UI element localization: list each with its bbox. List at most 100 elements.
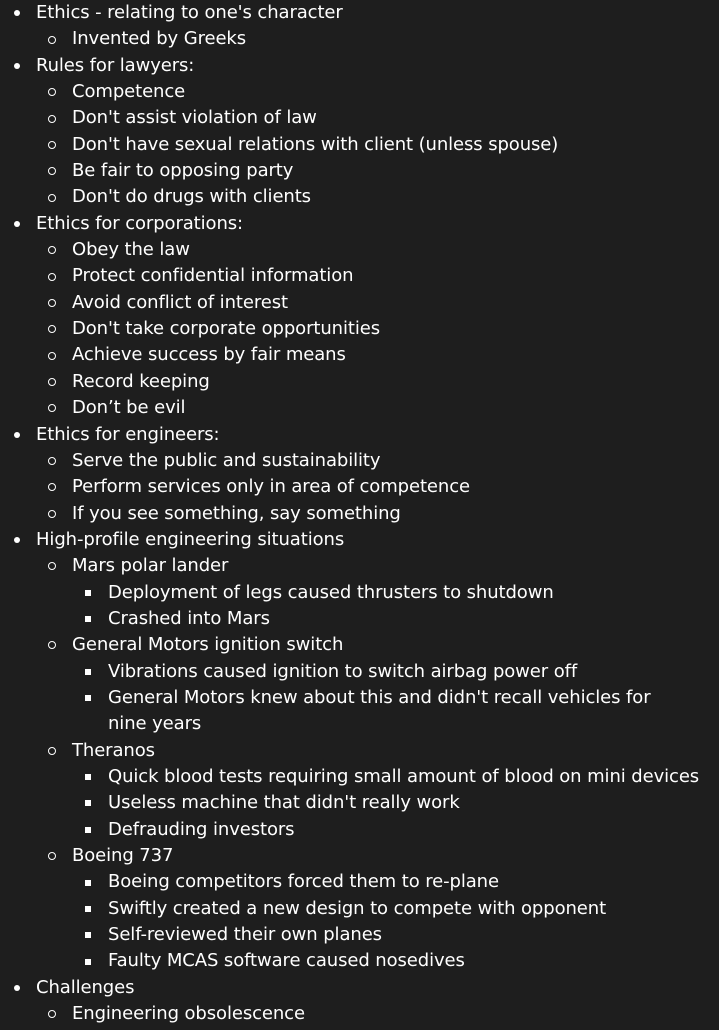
outline-item-text: Theranos — [72, 739, 155, 761]
outline-item-text: Ethics - relating to one's character — [36, 2, 343, 23]
bullet-square-icon — [81, 685, 95, 711]
outline-item-text: Perform services only in area of compete… — [72, 476, 470, 498]
bullet-circle-icon — [45, 553, 59, 579]
bullet-dot-icon — [10, 53, 24, 79]
outline-item-level-1: High-profile engineering situations — [0, 527, 719, 553]
outline-item-text: Deployment of legs caused thrusters to s… — [108, 581, 554, 603]
outline-item-text: If you see something, say something — [72, 502, 401, 524]
outline-item-level-2: Don't have sexual relations with client … — [0, 132, 719, 158]
outline-item-level-3: Self-reviewed their own planes — [0, 922, 719, 948]
bullet-dot-icon — [10, 422, 24, 448]
bullet-square-icon — [81, 606, 95, 632]
outline-item-text: Defrauding investors — [108, 818, 295, 840]
outline-item-text: Engineering obsolescence — [72, 1003, 305, 1025]
bullet-dot-icon — [10, 0, 24, 26]
outline-item-level-3: Vibrations caused ignition to switch air… — [0, 659, 719, 685]
outline-item-text: Don't assist violation of law — [72, 107, 317, 129]
outline-item-text: Avoid conflict of interest — [72, 291, 288, 313]
outline-item-level-2: Don't do drugs with clients — [0, 184, 719, 210]
outline-item-level-2: If you see something, say something — [0, 501, 719, 527]
outline-item-level-3: Boeing competitors forced them to re-pla… — [0, 869, 719, 895]
bullet-circle-icon — [45, 158, 59, 184]
outline-item-level-2: Serve the public and sustainability — [0, 448, 719, 474]
bullet-circle-icon — [45, 290, 59, 316]
bullet-circle-icon — [45, 132, 59, 158]
bullet-square-icon — [81, 817, 95, 843]
outline-item-level-2: Perform services only in area of compete… — [0, 474, 719, 500]
outline-item-text: Boeing 737 — [72, 845, 174, 866]
outline-item-level-3: Faulty MCAS software caused nosedives — [0, 948, 719, 974]
outline-item-level-2: Achieve success by fair means — [0, 342, 719, 368]
outline-item-text: Don't have sexual relations with client … — [72, 133, 559, 155]
bullet-dot-icon — [10, 527, 24, 553]
outline-item-text: General Motors knew about this and didn'… — [108, 686, 651, 735]
outline-item-level-3: Useless machine that didn't really work — [0, 790, 719, 816]
outline-item-text: Faulty MCAS software caused nosedives — [108, 950, 465, 972]
bullet-circle-icon — [45, 448, 59, 474]
outline-item-text: General Motors ignition switch — [72, 634, 344, 656]
bullet-square-icon — [81, 580, 95, 606]
outline-item-level-2: Obey the law — [0, 237, 719, 263]
outline-item-text: High-profile engineering situations — [36, 528, 345, 550]
outline-item-text: Obey the law — [72, 239, 190, 261]
bullet-square-icon — [81, 764, 95, 790]
outline-item-text: Swiftly created a new design to compete … — [108, 897, 607, 919]
outline-item-level-3: Quick blood tests requiring small amount… — [0, 764, 719, 790]
bullet-circle-icon — [45, 1001, 59, 1027]
outline-item-level-1: Ethics for corporations: — [0, 211, 719, 237]
outline-item-level-2: General Motors ignition switch — [0, 632, 719, 658]
bullet-circle-icon — [45, 474, 59, 500]
outline-item-level-1: Ethics - relating to one's character — [0, 0, 719, 26]
bullet-circle-icon — [45, 26, 59, 52]
outline-item-level-3: Crashed into Mars — [0, 606, 719, 632]
bullet-dot-icon — [10, 975, 24, 1001]
outline-item-level-2: Avoid conflict of interest — [0, 290, 719, 316]
outline-item-level-3: Swiftly created a new design to compete … — [0, 896, 719, 922]
outline-item-level-1: Ethics for engineers: — [0, 422, 719, 448]
bullet-circle-icon — [45, 738, 59, 764]
outline-item-text: Invented by Greeks — [72, 28, 247, 50]
outline-item-text: Self-reviewed their own planes — [108, 924, 382, 946]
bullet-dot-icon — [10, 211, 24, 237]
bullet-circle-icon — [45, 237, 59, 263]
bullet-circle-icon — [45, 369, 59, 395]
outline-item-level-2: Boeing 737 — [0, 843, 719, 869]
outline-item-level-2: Record keeping — [0, 369, 719, 395]
outline-item-text: Don’t be evil — [72, 397, 186, 419]
bullet-square-icon — [81, 948, 95, 974]
outline-item-text: Serve the public and sustainability — [72, 449, 381, 471]
outline-item-text: Ethics for corporations: — [36, 212, 244, 234]
outline-item-text: Crashed into Mars — [108, 607, 270, 629]
outline-item-text: Be fair to opposing party — [72, 160, 294, 182]
outline-item-text: Don't take corporate opportunities — [72, 318, 380, 340]
outline-item-level-3: Deployment of legs caused thrusters to s… — [0, 580, 719, 606]
outline-item-level-2: Be fair to opposing party — [0, 158, 719, 184]
outline-item-text: Mars polar lander — [72, 555, 229, 577]
outline-item-level-2: Don't take corporate opportunities — [0, 316, 719, 342]
outline-item-text: Competence — [72, 81, 186, 103]
outline-item-level-2: Competence — [0, 79, 719, 105]
bullet-circle-icon — [45, 79, 59, 105]
outline-item-level-2: Mars polar lander — [0, 553, 719, 579]
outline-item-text: Rules for lawyers: — [36, 54, 195, 76]
bullet-circle-icon — [45, 843, 59, 869]
outline-item-text: Record keeping — [72, 370, 210, 392]
outline-item-level-1: Challenges — [0, 975, 719, 1001]
outline-item-text: Ethics for engineers: — [36, 423, 220, 445]
outline-item-level-1: Rules for lawyers: — [0, 53, 719, 79]
outline-item-level-3: Defrauding investors — [0, 817, 719, 843]
outline-item-level-2: Don’t be evil — [0, 395, 719, 421]
outline-item-text: Challenges — [36, 976, 135, 998]
bullet-circle-icon — [45, 316, 59, 342]
bullet-square-icon — [81, 896, 95, 922]
outline-item-level-2: Protect confidential information — [0, 263, 719, 289]
outline-item-text: Useless machine that didn't really work — [108, 792, 460, 814]
bullet-circle-icon — [45, 395, 59, 421]
bullet-circle-icon — [45, 632, 59, 658]
bullet-square-icon — [81, 869, 95, 895]
notes-outline: Ethics - relating to one's character Inve… — [0, 0, 719, 1027]
bullet-circle-icon — [45, 501, 59, 527]
bullet-circle-icon — [45, 184, 59, 210]
outline-item-text: Achieve success by fair means — [72, 344, 346, 366]
outline-item-level-2: Don't assist violation of law — [0, 105, 719, 131]
